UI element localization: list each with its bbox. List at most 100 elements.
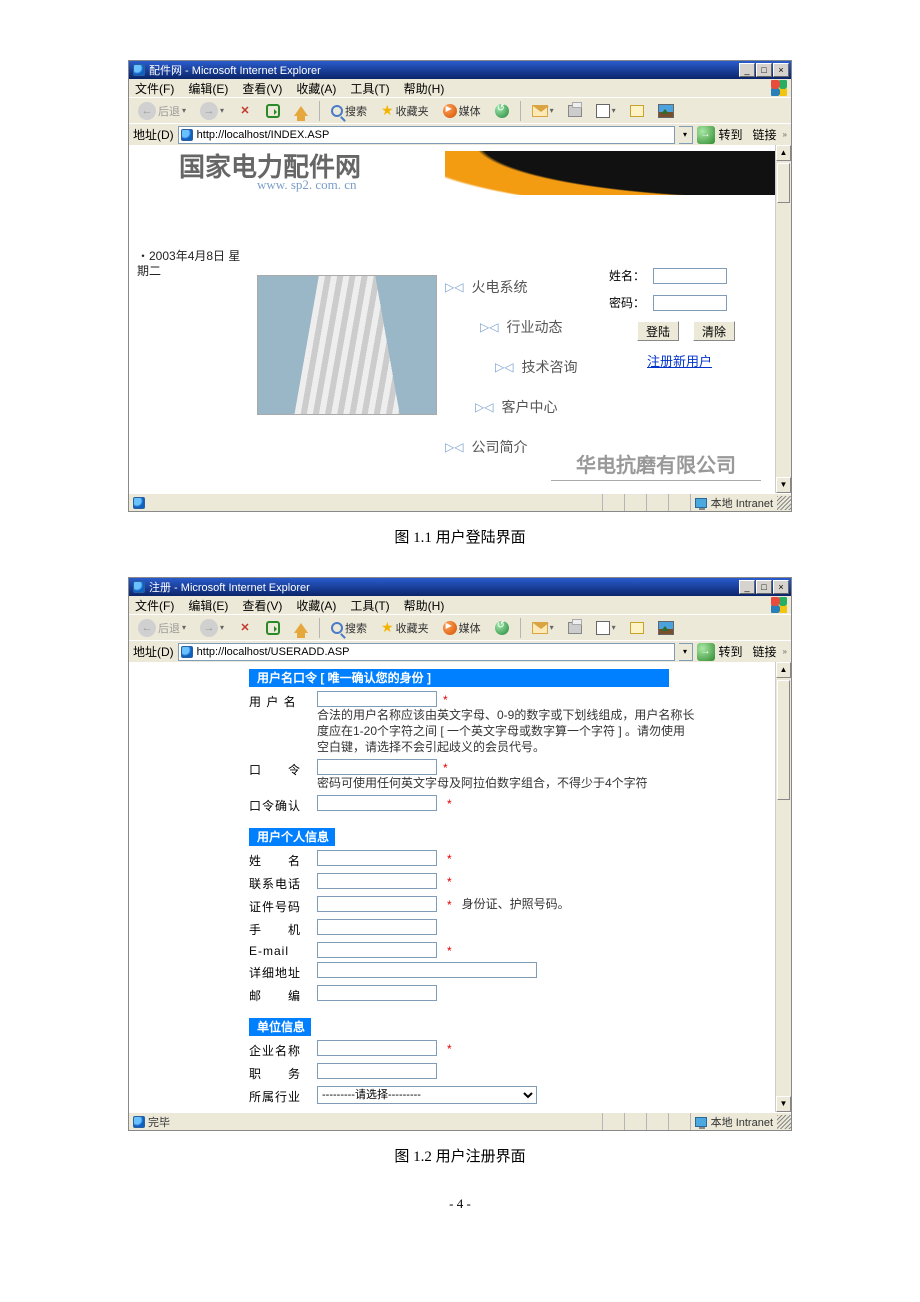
registration-form: 用户名口令 [ 唯一确认您的身份 ] 用 户 名 * 合法的用户名称应该由英文字…: [129, 665, 775, 1112]
label-company: 企业名称: [249, 1040, 307, 1059]
star-icon: ★: [381, 102, 394, 119]
menu-tools[interactable]: 工具(T): [350, 80, 389, 97]
resize-grip[interactable]: [777, 1115, 791, 1129]
scroll-up-icon[interactable]: ▲: [776, 662, 791, 678]
menu-item-fire-power[interactable]: ▷◁火电系统: [445, 267, 595, 307]
discuss-button[interactable]: [625, 619, 649, 637]
idno-input[interactable]: [317, 896, 437, 912]
links-label[interactable]: 链接: [751, 126, 779, 143]
maximize-button[interactable]: □: [756, 580, 772, 594]
go-button[interactable]: →: [697, 643, 715, 661]
resize-grip[interactable]: [777, 496, 791, 510]
minimize-button[interactable]: _: [739, 580, 755, 594]
minimize-button[interactable]: _: [739, 63, 755, 77]
address-input[interactable]: [317, 962, 537, 978]
mobile-input[interactable]: [317, 919, 437, 935]
history-button[interactable]: [490, 618, 514, 638]
menu-favorites[interactable]: 收藏(A): [296, 80, 336, 97]
menu-help[interactable]: 帮助(H): [404, 597, 445, 614]
address-dropdown[interactable]: ▾: [679, 643, 693, 661]
menu-file[interactable]: 文件(F): [135, 80, 174, 97]
edit-button[interactable]: ▾: [591, 101, 621, 121]
industry-select[interactable]: ---------请选择---------: [317, 1086, 537, 1104]
close-button[interactable]: ×: [773, 63, 789, 77]
address-dropdown[interactable]: ▾: [679, 126, 693, 144]
scroll-thumb[interactable]: [777, 680, 790, 800]
close-button[interactable]: ×: [773, 580, 789, 594]
media-button[interactable]: 媒体: [438, 617, 486, 639]
zip-input[interactable]: [317, 985, 437, 1001]
label-mobile: 手 机: [249, 919, 307, 938]
window-title: 注册 - Microsoft Internet Explorer: [149, 579, 310, 595]
label-password: 口 令: [249, 759, 307, 778]
password-input[interactable]: [317, 759, 437, 775]
picture-button[interactable]: [653, 618, 679, 638]
page-number: - 4 -: [0, 1196, 920, 1212]
edit-button[interactable]: ▾: [591, 618, 621, 638]
mail-button[interactable]: ▾: [527, 619, 559, 637]
menu-label: 火电系统: [471, 277, 527, 297]
clear-button[interactable]: 清除: [693, 321, 735, 341]
position-input[interactable]: [317, 1063, 437, 1079]
scroll-up-icon[interactable]: ▲: [776, 145, 791, 161]
mail-button[interactable]: ▾: [527, 102, 559, 120]
print-button[interactable]: [563, 619, 587, 637]
register-link[interactable]: 注册新用户: [647, 354, 712, 369]
email-input[interactable]: [317, 942, 437, 958]
scroll-down-icon[interactable]: ▼: [776, 1096, 791, 1112]
vertical-scrollbar[interactable]: ▲ ▼: [775, 145, 791, 493]
maximize-button[interactable]: □: [756, 63, 772, 77]
menu-tools[interactable]: 工具(T): [350, 597, 389, 614]
label-idno: 证件号码: [249, 896, 307, 915]
home-button[interactable]: [289, 620, 313, 636]
password-confirm-input[interactable]: [317, 795, 437, 811]
password-input[interactable]: [653, 295, 727, 311]
history-button[interactable]: [490, 101, 514, 121]
go-button[interactable]: →: [697, 126, 715, 144]
name-input[interactable]: [317, 850, 437, 866]
home-icon: [294, 106, 308, 116]
stop-button[interactable]: ✕: [233, 101, 257, 121]
forward-button[interactable]: → ▾: [195, 616, 229, 640]
back-button[interactable]: ← 后退 ▾: [133, 616, 191, 640]
login-button[interactable]: 登陆: [637, 321, 679, 341]
menu-favorites[interactable]: 收藏(A): [296, 597, 336, 614]
address-input[interactable]: http://localhost/USERADD.ASP: [178, 643, 675, 661]
forward-button[interactable]: → ▾: [195, 99, 229, 123]
phone-input[interactable]: [317, 873, 437, 889]
name-input[interactable]: [653, 268, 727, 284]
home-button[interactable]: [289, 103, 313, 119]
picture-button[interactable]: [653, 101, 679, 121]
search-label: 搜索: [345, 103, 367, 119]
search-button[interactable]: 搜索: [326, 617, 372, 639]
label-address: 详细地址: [249, 962, 307, 981]
menu-item-customer-center[interactable]: ▷◁客户中心: [475, 387, 595, 427]
vertical-scrollbar[interactable]: ▲ ▼: [775, 662, 791, 1112]
username-input[interactable]: [317, 691, 437, 707]
favorites-button[interactable]: ★收藏夹: [376, 99, 434, 122]
menu-help[interactable]: 帮助(H): [404, 80, 445, 97]
menu-file[interactable]: 文件(F): [135, 597, 174, 614]
scroll-down-icon[interactable]: ▼: [776, 477, 791, 493]
menu-view[interactable]: 查看(V): [242, 80, 282, 97]
address-input[interactable]: http://localhost/INDEX.ASP: [178, 126, 675, 144]
favorites-button[interactable]: ★收藏夹: [376, 616, 434, 639]
search-button[interactable]: 搜索: [326, 100, 372, 122]
menu-item-industry-news[interactable]: ▷◁行业动态: [480, 307, 595, 347]
company-input[interactable]: [317, 1040, 437, 1056]
menu-edit[interactable]: 编辑(E): [188, 597, 228, 614]
menu-view[interactable]: 查看(V): [242, 597, 282, 614]
refresh-button[interactable]: [261, 618, 285, 638]
back-button[interactable]: ← 后退 ▾: [133, 99, 191, 123]
discuss-button[interactable]: [625, 102, 649, 120]
menu-item-tech-consult[interactable]: ▷◁技术咨询: [495, 347, 595, 387]
zone-label: 本地 Intranet: [711, 1114, 773, 1130]
menu-edit[interactable]: 编辑(E): [188, 80, 228, 97]
stop-button[interactable]: ✕: [233, 618, 257, 638]
scroll-thumb[interactable]: [777, 163, 790, 203]
refresh-button[interactable]: [261, 101, 285, 121]
media-button[interactable]: 媒体: [438, 100, 486, 122]
print-button[interactable]: [563, 102, 587, 120]
links-label[interactable]: 链接: [751, 643, 779, 660]
dropdown-arrow-icon: ▾: [182, 623, 186, 632]
